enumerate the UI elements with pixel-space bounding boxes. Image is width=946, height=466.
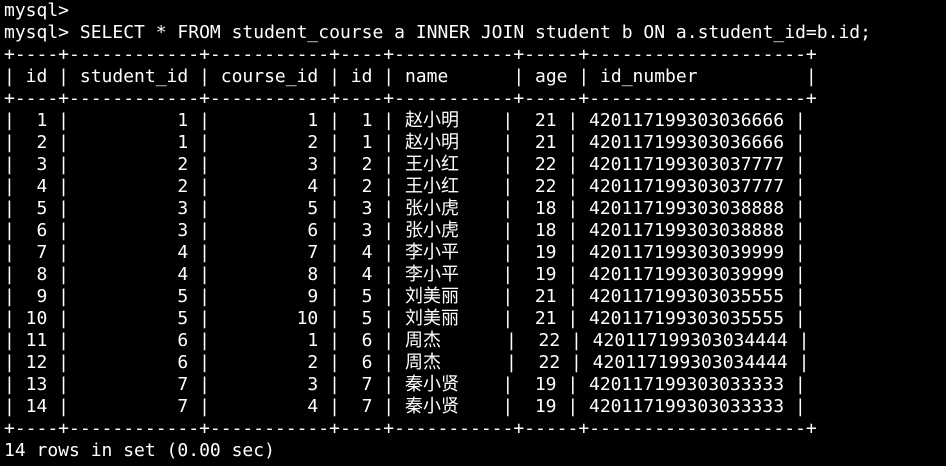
table-row: | 4 | 2 | 4 | 2 | 王小红 | 22 | 42011719930… [4, 176, 806, 197]
table-row: | 14 | 7 | 4 | 7 | 秦小贤 | 19 | 4201171993… [4, 396, 806, 417]
table-row: | 12 | 6 | 2 | 6 | 周杰 | 22 | 42011719930… [4, 352, 810, 373]
table-row: | 3 | 2 | 3 | 2 | 王小红 | 22 | 42011719930… [4, 154, 806, 175]
table-header: | id | student_id | course_id | id | nam… [4, 66, 817, 87]
table-row: | 6 | 3 | 6 | 3 | 张小虎 | 18 | 42011719930… [4, 220, 806, 241]
table-border-bottom: +----+------------+-----------+----+----… [4, 418, 817, 439]
result-summary: 14 rows in set (0.00 sec) [4, 440, 275, 461]
table-row: | 1 | 1 | 1 | 1 | 赵小明 | 21 | 42011719930… [4, 110, 806, 131]
table-row: | 2 | 1 | 2 | 1 | 赵小明 | 21 | 42011719930… [4, 132, 806, 153]
query-line: mysql> SELECT * FROM student_course a IN… [4, 22, 871, 43]
table-border-header: +----+------------+-----------+----+----… [4, 88, 817, 109]
table-row: | 5 | 3 | 5 | 3 | 张小虎 | 18 | 42011719930… [4, 198, 806, 219]
prompt-line: mysql> [4, 0, 70, 21]
table-row: | 9 | 5 | 9 | 5 | 刘美丽 | 21 | 42011719930… [4, 286, 806, 307]
table-border-top: +----+------------+-----------+----+----… [4, 44, 817, 65]
table-body: | 1 | 1 | 1 | 1 | 赵小明 | 21 | 42011719930… [4, 110, 942, 418]
table-row: | 13 | 7 | 3 | 7 | 秦小贤 | 19 | 4201171993… [4, 374, 806, 395]
table-row: | 10 | 5 | 10 | 5 | 刘美丽 | 21 | 420117199… [4, 308, 806, 329]
table-row: | 11 | 6 | 1 | 6 | 周杰 | 22 | 42011719930… [4, 330, 810, 351]
terminal-window[interactable]: mysql> mysql> SELECT * FROM student_cour… [4, 0, 942, 462]
table-row: | 8 | 4 | 8 | 4 | 李小平 | 19 | 42011719930… [4, 264, 806, 285]
table-row: | 7 | 4 | 7 | 4 | 李小平 | 19 | 42011719930… [4, 242, 806, 263]
